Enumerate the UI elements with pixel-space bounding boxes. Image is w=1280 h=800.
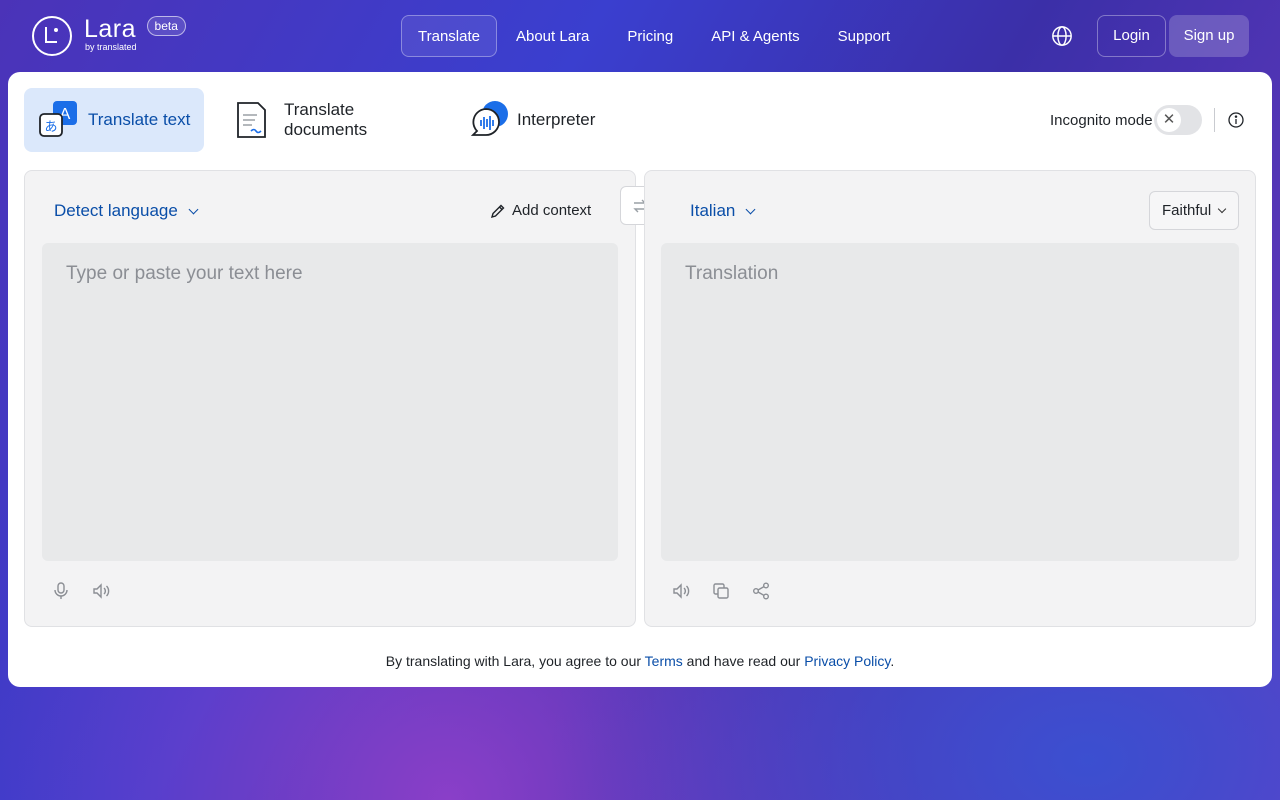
source-language-select[interactable]: Detect language [54,201,199,221]
svg-text:あ: あ [44,120,57,135]
lara-logo[interactable]: Lara by translated beta [32,16,186,56]
nav-api-agents[interactable]: API & Agents [692,15,818,57]
brand-sub: by translated [85,42,137,52]
brand-name: Lara [84,15,137,43]
top-header: Lara by translated beta Translate About … [0,0,1280,72]
document-icon [232,100,272,140]
microphone-icon[interactable] [51,581,71,601]
style-label: Faithful [1162,202,1212,219]
terms-link[interactable]: Terms [645,653,683,669]
tab-translate-documents[interactable]: Translate documents [232,88,442,152]
copy-icon[interactable] [711,581,731,601]
source-language-label: Detect language [54,201,178,220]
translator-card: A あ Translate text Translate documents I… [8,72,1272,687]
pencil-icon [490,204,505,218]
add-context-label: Add context [512,202,592,219]
incognito-label: Incognito mode [1050,112,1153,129]
tab-translate-text[interactable]: A あ Translate text [24,88,204,152]
lara-logo-mark [32,16,72,56]
speaker-icon[interactable] [91,581,111,601]
speaker-icon[interactable] [671,581,691,601]
signup-button[interactable]: Sign up [1169,15,1249,57]
info-icon[interactable] [1228,112,1244,128]
target-language-label: Italian [690,201,736,220]
tab-interpreter-label: Interpreter [517,110,596,129]
nav-support[interactable]: Support [819,15,910,57]
source-panel: Detect language Add context Type or past… [24,170,636,627]
add-context-button[interactable]: Add context [490,202,591,219]
tab-translate-documents-label: Translate documents [284,100,368,139]
translation-output: Translation [661,243,1239,561]
nav-translate[interactable]: Translate [401,15,497,57]
share-icon[interactable] [751,581,771,601]
chevron-down-icon [745,204,756,214]
nav-pricing[interactable]: Pricing [608,15,692,57]
translation-placeholder: Translation [685,263,779,284]
login-button[interactable]: Login [1097,15,1166,57]
chevron-down-icon [1217,204,1227,214]
nav-about[interactable]: About Lara [497,15,608,57]
terms-suffix: . [890,653,895,669]
target-language-select[interactable]: Italian [690,201,756,221]
tab-translate-text-label: Translate text [88,110,191,129]
target-panel: Italian Faithful Translation [644,170,1256,627]
translate-text-icon: A あ [39,100,79,140]
main-nav: Translate About Lara Pricing API & Agent… [401,15,909,57]
terms-prefix: By translating with Lara, you agree to o… [385,653,645,669]
terms-notice: By translating with Lara, you agree to o… [8,653,1272,669]
beta-badge: beta [146,16,186,36]
privacy-policy-link[interactable]: Privacy Policy [804,653,890,669]
tab-interpreter[interactable]: Interpreter [470,88,610,152]
chevron-down-icon [188,204,199,214]
source-text-input[interactable]: Type or paste your text here [42,243,618,561]
source-placeholder: Type or paste your text here [66,263,303,284]
terms-middle: and have read our [682,653,805,669]
interpreter-icon [470,100,510,140]
globe-icon[interactable] [1051,25,1073,47]
style-select[interactable]: Faithful [1149,191,1239,230]
incognito-toggle[interactable]: ✕ [1154,105,1202,135]
divider [1214,108,1215,132]
close-icon: ✕ [1157,108,1181,132]
